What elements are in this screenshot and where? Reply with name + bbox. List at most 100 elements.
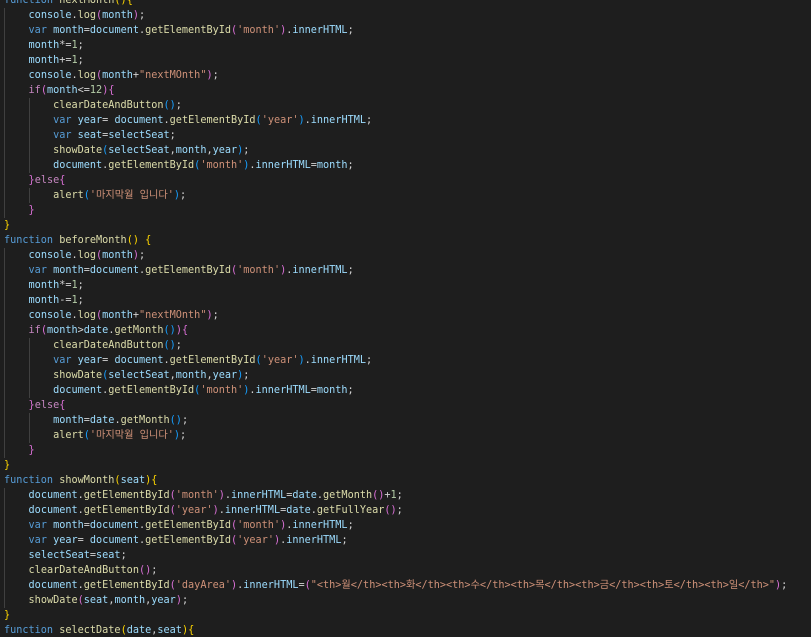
code-token: year [212,145,238,156]
code-token: var [28,265,47,276]
indent-guide [4,383,5,398]
code-line[interactable]: }else{ [0,398,811,413]
code-token: { [108,85,115,96]
code-token: year [53,535,78,546]
code-line[interactable]: var month=document.getElementById('month… [0,518,811,533]
code-line[interactable]: function showMonth(seat){ [0,473,811,488]
code-line[interactable]: document.getElementById('year').innerHTM… [0,503,811,518]
code-line[interactable]: if(month<=12){ [0,83,811,98]
indent-guide [4,8,5,23]
code-line[interactable]: if(month>date.getMonth()){ [0,323,811,338]
code-token: selectSeat [108,130,170,141]
code-line[interactable]: document.getElementById('dayArea').inner… [0,578,811,593]
code-line[interactable]: clearDateAndButton(); [0,563,811,578]
indent-guide [4,428,5,443]
code-line[interactable]: document.getElementById('month').innerHT… [0,383,811,398]
code-token: } [4,460,11,471]
code-token: () [163,340,176,351]
code-token: 'month' [200,385,244,396]
code-token: selectDate [59,625,121,636]
code-line[interactable]: showDate(seat,month,year); [0,593,811,608]
code-line[interactable]: month*=1; [0,278,811,293]
code-token: ; [341,535,348,546]
code-line[interactable]: var seat=selectSeat; [0,128,811,143]
code-line[interactable]: showDate(selectSeat,month,year); [0,143,811,158]
code-line[interactable]: } [0,203,811,218]
code-line[interactable]: month*=1; [0,38,811,53]
code-token: document [89,265,139,276]
code-token: year [151,595,176,606]
code-token: document [89,520,139,531]
indent-guide [28,158,30,173]
code-line[interactable]: clearDateAndButton(); [0,98,811,113]
code-line[interactable]: month=date.getMonth(); [0,413,811,428]
code-token: = [77,535,90,546]
indent-guide [28,368,30,383]
code-token: month [175,370,207,381]
code-token: seat [120,475,146,486]
code-line[interactable]: console.log(month); [0,8,811,23]
code-token: ; [781,580,788,591]
code-token: -= [59,295,72,306]
code-line[interactable]: showDate(selectSeat,month,year); [0,368,811,383]
indent-guide [4,368,5,383]
code-token: 'month' [237,520,281,531]
code-line[interactable]: var year= document.getElementById('year'… [0,113,811,128]
code-line[interactable]: function selectDate(date,seat){ [0,623,811,637]
code-line[interactable]: } [0,218,811,233]
code-line[interactable]: selectSeat=seat; [0,548,811,563]
code-line[interactable]: alert('마지막월 입니다'); [0,428,811,443]
code-line[interactable]: console.log(month+"nextMOnth"); [0,68,811,83]
indent-guide [4,68,5,83]
code-line[interactable]: clearDateAndButton(); [0,338,811,353]
code-token: showMonth [59,475,115,486]
code-line[interactable]: alert('마지막월 입니다'); [0,188,811,203]
code-line[interactable]: var year= document.getElementById('year'… [0,533,811,548]
code-token: innerHTML [255,385,311,396]
code-line[interactable]: } [0,443,811,458]
code-token: innerHTML [292,520,348,531]
code-line[interactable]: }else{ [0,173,811,188]
code-token: selectSeat [108,145,170,156]
indent-guide [4,203,5,218]
code-line[interactable]: document.getElementById('month').innerHT… [0,158,811,173]
indent-guide [4,353,5,368]
code-line[interactable]: var month=document.getElementById('month… [0,263,811,278]
code-line[interactable]: } [0,458,811,473]
code-token: 'year' [261,115,299,126]
code-line[interactable]: console.log(month+"nextMOnth"); [0,308,811,323]
code-token: var [53,130,72,141]
code-token: { [188,625,195,636]
code-token: month [53,415,84,426]
code-token: getMonth [323,490,373,501]
indent-guide [28,383,30,398]
indent-guide [4,593,5,608]
code-token: clearDateAndButton [53,100,164,111]
code-token: year [77,355,103,366]
code-token: getMonth [120,415,170,426]
code-token: getElementById [108,385,195,396]
code-token: { [59,175,66,186]
code-line[interactable]: month-=1; [0,293,811,308]
code-editor[interactable]: function nextMonth(){ console.log(month)… [0,0,811,637]
code-line[interactable]: function nextMonth(){ [0,0,811,8]
code-line[interactable]: var month=document.getElementById('month… [0,23,811,38]
code-line[interactable]: document.getElementById('month').innerHT… [0,488,811,503]
code-token: '마지막월 입니다' [89,190,174,201]
code-token: month [46,85,78,96]
code-token: showDate [53,145,103,156]
code-line[interactable]: month+=1; [0,53,811,68]
code-line[interactable]: function beforeMonth() { [0,233,811,248]
code-line[interactable]: } [0,608,811,623]
code-line[interactable]: console.log(month); [0,248,811,263]
code-token: ; [212,70,219,81]
code-line[interactable]: var year= document.getElementById('year'… [0,353,811,368]
code-token: innerHTML [292,265,348,276]
code-token: innerHTML [255,160,311,171]
code-token: getElementById [83,580,170,591]
code-token: log [77,10,97,21]
